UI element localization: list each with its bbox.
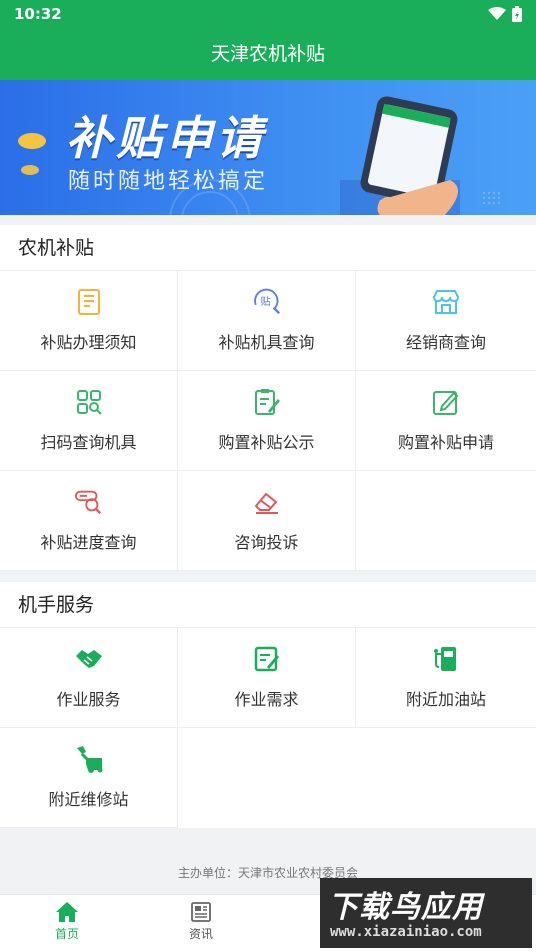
repair-station-label: 附近维修站: [48, 790, 129, 809]
banner-title: 补贴申请: [66, 111, 266, 165]
subsidy-apply-button[interactable]: 购置补贴申请: [356, 371, 536, 471]
subsidy-publicity-label: 购置补贴公示: [218, 433, 315, 452]
promo-banner[interactable]: 补贴申请 随时随地轻松搞定: [0, 80, 536, 215]
document-icon: [74, 287, 104, 317]
subsidy-section: 农机补贴 补贴办理须知 贴 补贴机具查询 经销商查询 扫码查询机具 购置补贴公示…: [0, 225, 536, 571]
gas-station-icon: [431, 644, 461, 674]
scan-grid-icon: [74, 387, 104, 417]
tab-news-label: 资讯: [188, 927, 213, 941]
work-demand-button[interactable]: 作业需求: [178, 628, 356, 728]
progress-query-label: 补贴进度查询: [40, 533, 137, 552]
battery-icon: [512, 6, 522, 22]
status-bar: 10:32: [0, 0, 536, 30]
watermark-url: www.xiazainiao.com: [330, 924, 482, 940]
edit-icon: [431, 387, 461, 417]
subsidy-publicity-button[interactable]: 购置补贴公示: [178, 371, 356, 471]
repair-station-button[interactable]: 附近维修站: [0, 728, 178, 828]
complaint-button[interactable]: 咨询投诉: [178, 471, 356, 571]
request-form-icon: [252, 644, 282, 674]
subsidy-notice-button[interactable]: 补贴办理须知: [0, 271, 178, 371]
subsidy-notice-label: 补贴办理须知: [40, 333, 137, 352]
repair-icon: [74, 744, 104, 774]
home-icon: [56, 902, 78, 922]
gas-station-label: 附近加油站: [405, 690, 486, 709]
watermark-title: 下载鸟应用: [328, 890, 483, 925]
complaint-label: 咨询投诉: [234, 533, 299, 552]
subsidy-grid: 补贴办理须知 贴 补贴机具查询 经销商查询 扫码查询机具 购置补贴公示 购置补贴…: [0, 271, 536, 571]
subsidy-search-icon: 贴: [252, 287, 282, 317]
tab-news[interactable]: 资讯: [134, 895, 268, 952]
store-icon: [431, 287, 461, 317]
subsidy-equipment-query-label: 补贴机具查询: [218, 333, 315, 352]
gas-station-button[interactable]: 附近加油站: [356, 628, 536, 728]
wifi-icon: [488, 7, 506, 20]
subsidy-section-title: 农机补贴: [0, 225, 536, 271]
scan-query-button[interactable]: 扫码查询机具: [0, 371, 178, 471]
dealer-query-button[interactable]: 经销商查询: [356, 271, 536, 371]
tab-home-label: 首页: [54, 927, 79, 941]
work-demand-label: 作业需求: [234, 690, 299, 709]
clipboard-pen-icon: [252, 387, 282, 417]
operator-section: 机手服务 作业服务 作业需求 附近加油站 附近维修站: [0, 582, 536, 828]
scan-query-label: 扫码查询机具: [40, 433, 137, 452]
subsidy-apply-label: 购置补贴申请: [397, 433, 494, 452]
eraser-icon: [252, 487, 282, 517]
operator-section-title: 机手服务: [0, 582, 536, 628]
progress-query-button[interactable]: 补贴进度查询: [0, 471, 178, 571]
work-service-label: 作业服务: [56, 690, 121, 709]
news-icon: [191, 902, 211, 922]
tab-home[interactable]: 首页: [0, 895, 134, 952]
svg-text:贴: 贴: [260, 295, 270, 308]
dealer-query-label: 经销商查询: [405, 333, 486, 352]
app-title: 天津农机补贴: [0, 30, 536, 80]
banner-subtitle: 随时随地轻松搞定: [68, 169, 269, 194]
empty-cell: [356, 471, 536, 571]
watermark: 下载鸟应用 www.xiazainiao.com: [320, 878, 532, 948]
status-icons: [488, 6, 522, 22]
work-service-button[interactable]: 作业服务: [0, 628, 178, 728]
operator-grid: 作业服务 作业需求 附近加油站 附近维修站: [0, 628, 536, 828]
handshake-icon: [74, 644, 104, 674]
status-time: 10:32: [14, 5, 62, 23]
subsidy-equipment-query-button[interactable]: 贴 补贴机具查询: [178, 271, 356, 371]
progress-search-icon: [74, 487, 104, 517]
